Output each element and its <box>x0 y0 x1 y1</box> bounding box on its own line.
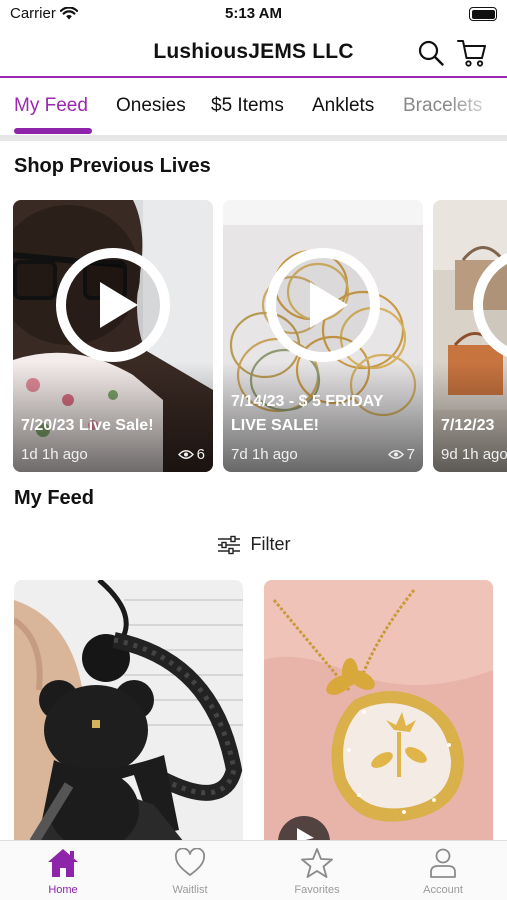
live-age: 9d 1h ago <box>441 446 507 463</box>
live-meta: 7d 1h ago 7 <box>231 446 415 463</box>
status-bar: Carrier 5:13 AM <box>0 0 507 28</box>
battery-icon <box>469 7 497 21</box>
search-button[interactable] <box>414 36 448 70</box>
nav-waitlist[interactable]: Waitlist <box>140 847 240 896</box>
bear-keychain-photo <box>14 580 243 842</box>
tabs-divider <box>0 135 507 141</box>
play-icon[interactable] <box>471 246 507 364</box>
my-feed-heading: My Feed <box>14 487 95 509</box>
live-caption: 7/14/23 - $ 5 FRIDAY LIVE SALE! <box>231 393 384 434</box>
live-card[interactable]: 7/20/23 Live Sale! 1d 1h ago 6 <box>13 200 213 472</box>
live-caption: 7/20/23 Live Sale! <box>21 417 154 434</box>
product-card[interactable] <box>14 580 243 842</box>
nav-label: Waitlist <box>172 884 208 896</box>
live-meta: 9d 1h ago <box>441 446 507 463</box>
live-meta: 1d 1h ago 6 <box>21 446 205 463</box>
filter-button[interactable]: Filter <box>0 534 507 555</box>
eye-icon <box>177 450 194 459</box>
tab-onesies[interactable]: Onesies <box>116 95 186 117</box>
nav-label: Home <box>48 884 78 896</box>
view-count: 6 <box>196 446 205 463</box>
product-card[interactable] <box>264 580 493 842</box>
person-icon <box>430 848 456 878</box>
active-tab-indicator <box>14 128 92 134</box>
live-views: 6 <box>177 446 205 463</box>
tab-anklets[interactable]: Anklets <box>312 95 374 117</box>
nav-label: Favorites <box>294 884 340 896</box>
live-caption: 7/12/23 <box>441 417 495 434</box>
live-card[interactable]: 7/12/23 9d 1h ago <box>433 200 507 472</box>
cart-icon <box>457 40 486 67</box>
live-age: 7d 1h ago <box>231 446 298 463</box>
live-age: 1d 1h ago <box>21 446 88 463</box>
live-card[interactable]: 7/14/23 - $ 5 FRIDAY LIVE SALE! 7d 1h ag… <box>223 200 423 472</box>
nav-favorites[interactable]: Favorites <box>267 847 367 896</box>
eye-icon <box>387 450 404 459</box>
tabs-fade <box>447 92 507 122</box>
filter-label: Filter <box>250 534 291 554</box>
live-views: 7 <box>387 446 415 463</box>
previous-lives-heading: Shop Previous Lives <box>14 155 211 177</box>
home-icon <box>48 849 78 877</box>
nav-label: Account <box>423 884 463 896</box>
bottom-navigation: Home Waitlist Favorites Account <box>0 840 507 900</box>
tab-5-items[interactable]: $5 Items <box>211 95 284 117</box>
star-icon <box>301 848 333 878</box>
tab-my-feed[interactable]: My Feed <box>14 95 88 117</box>
play-icon[interactable] <box>54 246 172 364</box>
play-icon[interactable] <box>264 246 382 364</box>
search-icon <box>418 40 444 66</box>
app-header: LushiousJEMS LLC <box>0 28 507 78</box>
cart-button[interactable] <box>455 36 489 70</box>
nav-account[interactable]: Account <box>393 847 493 896</box>
nav-home[interactable]: Home <box>13 847 113 896</box>
status-time: 5:13 AM <box>225 5 282 22</box>
heart-icon <box>174 848 206 876</box>
view-count: 7 <box>406 446 415 463</box>
lotus-pendant-necklace-photo <box>264 580 493 842</box>
sliders-icon <box>217 535 240 554</box>
